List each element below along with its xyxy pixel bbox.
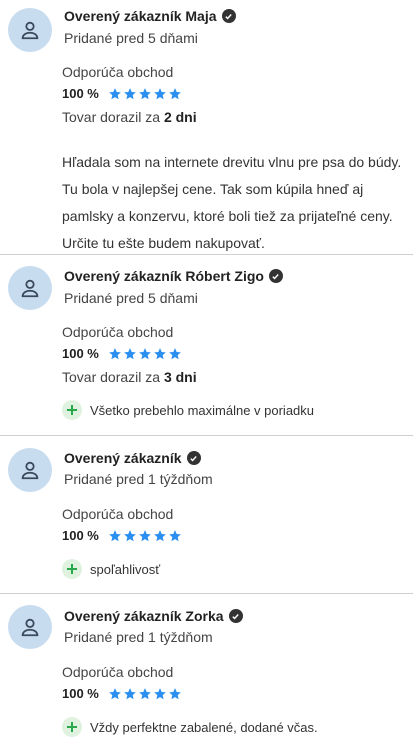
delivery-prefix: Tovar dorazil za — [62, 109, 161, 125]
rating-percent: 100 % — [62, 346, 99, 361]
added-date: Pridané pred 5 dňami — [64, 30, 198, 46]
verified-check-icon — [221, 9, 236, 23]
star-icon — [109, 87, 121, 99]
avatar — [8, 448, 52, 492]
reviewer-name-text: Overený zákazník — [64, 450, 182, 466]
reviewer-name: Overený zákazník Róbert Zigo — [64, 268, 283, 284]
star-icon — [139, 687, 151, 699]
avatar — [8, 266, 52, 310]
star-rating — [108, 529, 183, 543]
star-icon — [124, 687, 136, 699]
star-icon — [109, 347, 121, 359]
star-icon — [169, 87, 181, 99]
rating-row: 100 % — [62, 686, 183, 701]
star-icon — [124, 347, 136, 359]
recommend-label: Odporúča obchod — [62, 324, 174, 340]
rating-row: 100 % — [62, 346, 183, 361]
added-date: Pridané pred 1 týždňom — [64, 629, 213, 645]
delivery-prefix: Tovar dorazil za — [62, 369, 161, 385]
review-text: Hľadala som na internete drevitu vlnu pr… — [62, 154, 402, 251]
review-card: Overený zákazník Zorka Pridané pred 1 tý… — [0, 594, 413, 744]
added-date: Pridané pred 5 dňami — [64, 290, 198, 306]
pro-text: Všetko prebehlo maximálne v poriadku — [90, 402, 315, 418]
pro-item: spoľahlivosť — [62, 559, 160, 579]
star-rating — [108, 687, 183, 701]
star-icon — [169, 347, 181, 359]
recommend-label: Odporúča obchod — [62, 664, 174, 680]
plus-icon — [62, 559, 82, 579]
star-icon — [154, 687, 166, 699]
star-icon — [109, 529, 121, 541]
pro-text: Vždy perfektne zabalené, dodané včas. — [90, 719, 318, 735]
user-icon — [21, 461, 39, 480]
reviewer-name: Overený zákazník Maja — [64, 8, 236, 24]
verified-check-icon — [228, 609, 243, 623]
reviewer-name: Overený zákazník — [64, 450, 201, 466]
verified-check-icon — [268, 269, 283, 283]
star-icon — [154, 529, 166, 541]
plus-icon — [62, 400, 82, 420]
reviewer-name-text: Overený zákazník Zorka — [64, 608, 224, 624]
verified-check-icon — [186, 451, 201, 465]
avatar — [8, 8, 52, 52]
star-icon — [139, 87, 151, 99]
pro-item: Vždy perfektne zabalené, dodané včas. — [62, 717, 318, 737]
star-icon — [109, 687, 121, 699]
user-icon — [21, 618, 39, 637]
star-icon — [139, 347, 151, 359]
user-icon — [21, 21, 39, 40]
user-icon — [21, 279, 39, 298]
delivery-info: Tovar dorazil za 2 dni — [62, 109, 197, 125]
review-card: Overený zákazník Maja Pridané pred 5 dňa… — [0, 0, 413, 255]
star-icon — [154, 347, 166, 359]
star-icon — [124, 87, 136, 99]
recommend-label: Odporúča obchod — [62, 64, 174, 80]
star-icon — [154, 87, 166, 99]
star-icon — [169, 529, 181, 541]
pro-item: Všetko prebehlo maximálne v poriadku — [62, 400, 314, 420]
star-rating — [108, 347, 183, 361]
avatar — [8, 605, 52, 649]
star-icon — [124, 529, 136, 541]
rating-percent: 100 % — [62, 528, 99, 543]
star-icon — [139, 529, 151, 541]
reviewer-name: Overený zákazník Zorka — [64, 608, 243, 624]
review-card: Overený zákazník Pridané pred 1 týždňom … — [0, 436, 413, 594]
plus-icon — [62, 717, 82, 737]
rating-row: 100 % — [62, 86, 183, 101]
pro-text: spoľahlivosť — [90, 561, 161, 577]
rating-percent: 100 % — [62, 686, 99, 701]
star-icon — [169, 687, 181, 699]
reviewer-name-text: Overený zákazník Maja — [64, 8, 217, 24]
review-card: Overený zákazník Róbert Zigo Pridané pre… — [0, 255, 413, 436]
rating-percent: 100 % — [62, 86, 99, 101]
recommend-label: Odporúča obchod — [62, 506, 174, 522]
rating-row: 100 % — [62, 528, 183, 543]
delivery-days: 3 dni — [163, 369, 197, 385]
delivery-days: 2 dni — [163, 109, 197, 125]
star-rating — [108, 87, 183, 101]
reviewer-name-text: Overený zákazník Róbert Zigo — [64, 268, 264, 284]
added-date: Pridané pred 1 týždňom — [64, 471, 213, 487]
delivery-info: Tovar dorazil za 3 dni — [62, 369, 197, 385]
